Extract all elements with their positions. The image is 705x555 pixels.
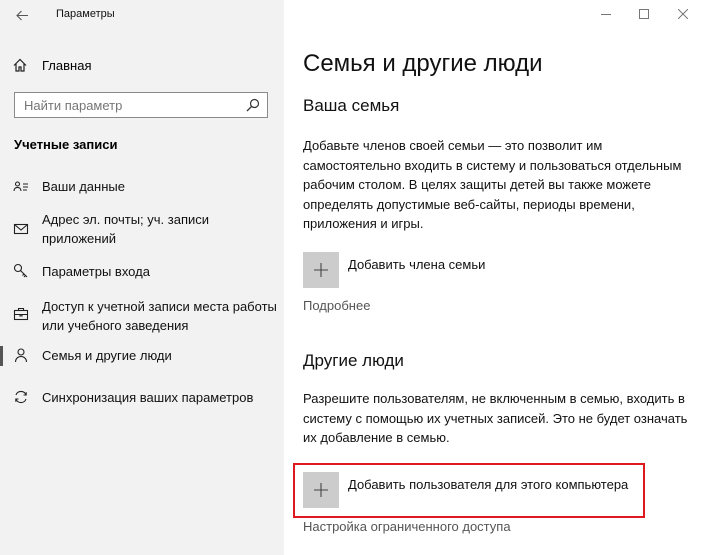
search-input[interactable]: Найти параметр xyxy=(14,92,268,118)
sidebar-item-sign-in[interactable]: Параметры входа xyxy=(0,262,284,282)
page-title: Семья и другие люди xyxy=(303,50,543,77)
active-indicator xyxy=(0,177,3,197)
family-heading: Ваша семья xyxy=(303,96,400,115)
home-nav-item[interactable]: Главная xyxy=(12,54,91,76)
sidebar-item-work-access[interactable]: Доступ к учетной записи места работы или… xyxy=(0,297,284,337)
sidebar-item-your-info[interactable]: Ваши данные xyxy=(0,177,284,197)
add-user-button[interactable]: Добавить пользователя для этого компьюте… xyxy=(303,472,628,508)
home-label: Главная xyxy=(42,57,92,73)
learn-more-link[interactable]: Подробнее xyxy=(303,298,370,313)
person-icon xyxy=(13,347,29,363)
maximize-button[interactable] xyxy=(632,5,656,23)
sidebar-item-email-accounts[interactable]: Адрес эл. почты; уч. записи приложений xyxy=(0,210,284,250)
content-pane: Семья и другие люди Ваша семья Добавьте … xyxy=(284,0,705,555)
other-people-heading: Другие люди xyxy=(303,351,404,370)
active-indicator xyxy=(0,297,3,337)
section-title: Учетные записи xyxy=(14,137,118,152)
search-icon[interactable] xyxy=(246,98,260,112)
add-family-member-label: Добавить члена семьи xyxy=(348,256,486,272)
sidebar-item-family[interactable]: Семья и другие люди xyxy=(0,346,284,366)
back-button[interactable] xyxy=(8,4,36,26)
contact-card-icon xyxy=(13,179,29,195)
mail-icon xyxy=(13,221,29,237)
minimize-button[interactable] xyxy=(594,5,618,23)
sidebar-item-label: Адрес эл. почты; уч. записи приложений xyxy=(42,212,210,246)
plus-icon xyxy=(303,472,339,508)
active-indicator xyxy=(0,262,3,282)
sidebar-item-label: Параметры входа xyxy=(42,264,150,279)
restricted-access-link[interactable]: Настройка ограниченного доступа xyxy=(303,519,511,534)
sidebar: Параметры Главная Найти параметр Учетные… xyxy=(0,0,284,555)
sidebar-item-label: Синхронизация ваших параметров xyxy=(42,390,254,405)
sidebar-item-label: Доступ к учетной записи места работы или… xyxy=(42,299,277,333)
briefcase-icon xyxy=(13,306,29,322)
title-bar: Параметры xyxy=(0,0,284,30)
active-indicator xyxy=(0,388,3,408)
plus-icon xyxy=(303,252,339,288)
home-icon xyxy=(12,57,28,73)
add-family-member-button[interactable]: Добавить члена семьи xyxy=(303,252,485,288)
close-icon xyxy=(678,9,688,19)
app-title: Параметры xyxy=(56,8,115,20)
close-button[interactable] xyxy=(671,5,695,23)
key-icon xyxy=(13,263,29,279)
minimize-icon xyxy=(601,14,611,15)
other-people-description: Разрешите пользователям, не включенным в… xyxy=(303,391,688,445)
active-indicator xyxy=(0,210,3,250)
search-placeholder: Найти параметр xyxy=(24,98,123,113)
active-indicator xyxy=(0,346,3,366)
sync-icon xyxy=(13,389,29,405)
add-user-label: Добавить пользователя для этого компьюте… xyxy=(348,476,629,492)
back-arrow-icon xyxy=(15,10,28,20)
sidebar-item-sync[interactable]: Синхронизация ваших параметров xyxy=(0,388,284,408)
family-description: Добавьте членов своей семьи — это позвол… xyxy=(303,138,682,231)
maximize-icon xyxy=(639,9,649,19)
sidebar-item-label: Семья и другие люди xyxy=(42,348,172,363)
sidebar-item-label: Ваши данные xyxy=(42,179,125,194)
